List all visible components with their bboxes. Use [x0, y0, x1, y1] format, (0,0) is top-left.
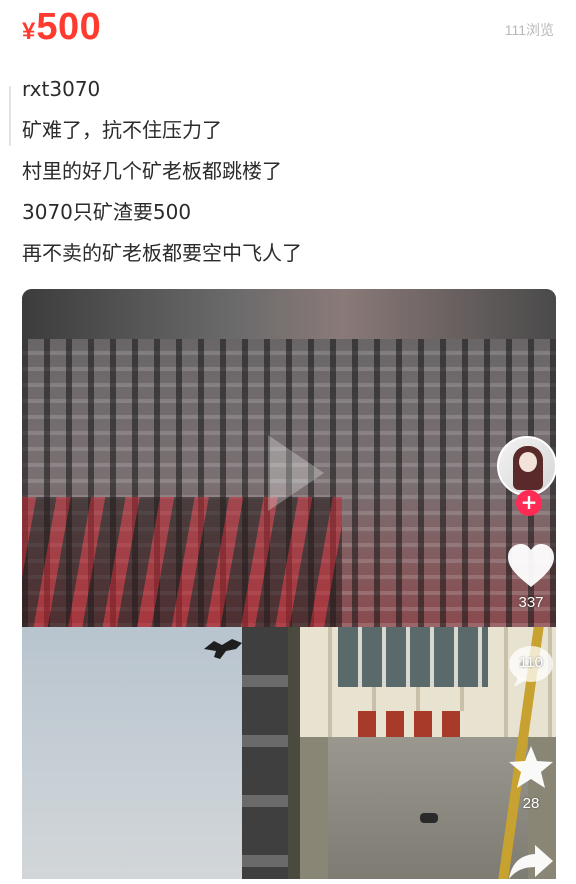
follow-button[interactable]: +: [516, 490, 542, 516]
person-on-ground: [420, 813, 438, 823]
photo-falling-person[interactable]: [22, 627, 288, 879]
building-windows: [338, 627, 488, 687]
like-button[interactable]: 337: [503, 543, 559, 611]
heart-icon: [508, 544, 554, 587]
share-button[interactable]: [503, 843, 559, 884]
view-count: 111浏览: [504, 22, 554, 38]
play-icon[interactable]: [268, 435, 324, 511]
graphics-cards: [22, 497, 343, 627]
comment-count: 110: [519, 654, 543, 671]
favorite-count: 28: [522, 795, 540, 812]
price: ¥ 500: [22, 6, 101, 49]
railing: [288, 627, 300, 879]
avatar-face: [519, 452, 537, 472]
share-arrow-icon: [509, 845, 553, 879]
price-amount: 500: [36, 6, 102, 48]
video-thumbnail[interactable]: [22, 289, 556, 627]
courtyard-ground: [328, 737, 528, 879]
falling-figure: [204, 639, 242, 659]
building-edge: [242, 627, 288, 879]
favorite-button[interactable]: 28: [503, 744, 559, 812]
description-line: 3070只矿渣要500: [22, 200, 192, 224]
description-line: 村里的好几个矿老板都跳楼了: [22, 159, 282, 183]
avatar[interactable]: [497, 436, 557, 496]
currency-symbol: ¥: [22, 18, 36, 45]
description-line: 再不卖的矿老板都要空中飞人了: [22, 241, 302, 265]
description: rxt3070 矿难了，抗不住压力了 村里的好几个矿老板都跳楼了 3070只矿渣…: [22, 74, 302, 279]
like-count: 337: [518, 594, 544, 611]
description-line: rxt3070: [22, 77, 101, 101]
description-line: 矿难了，抗不住压力了: [22, 118, 222, 142]
comment-button[interactable]: 110: [503, 643, 559, 687]
description-divider: [9, 86, 11, 146]
star-icon: [509, 746, 553, 788]
